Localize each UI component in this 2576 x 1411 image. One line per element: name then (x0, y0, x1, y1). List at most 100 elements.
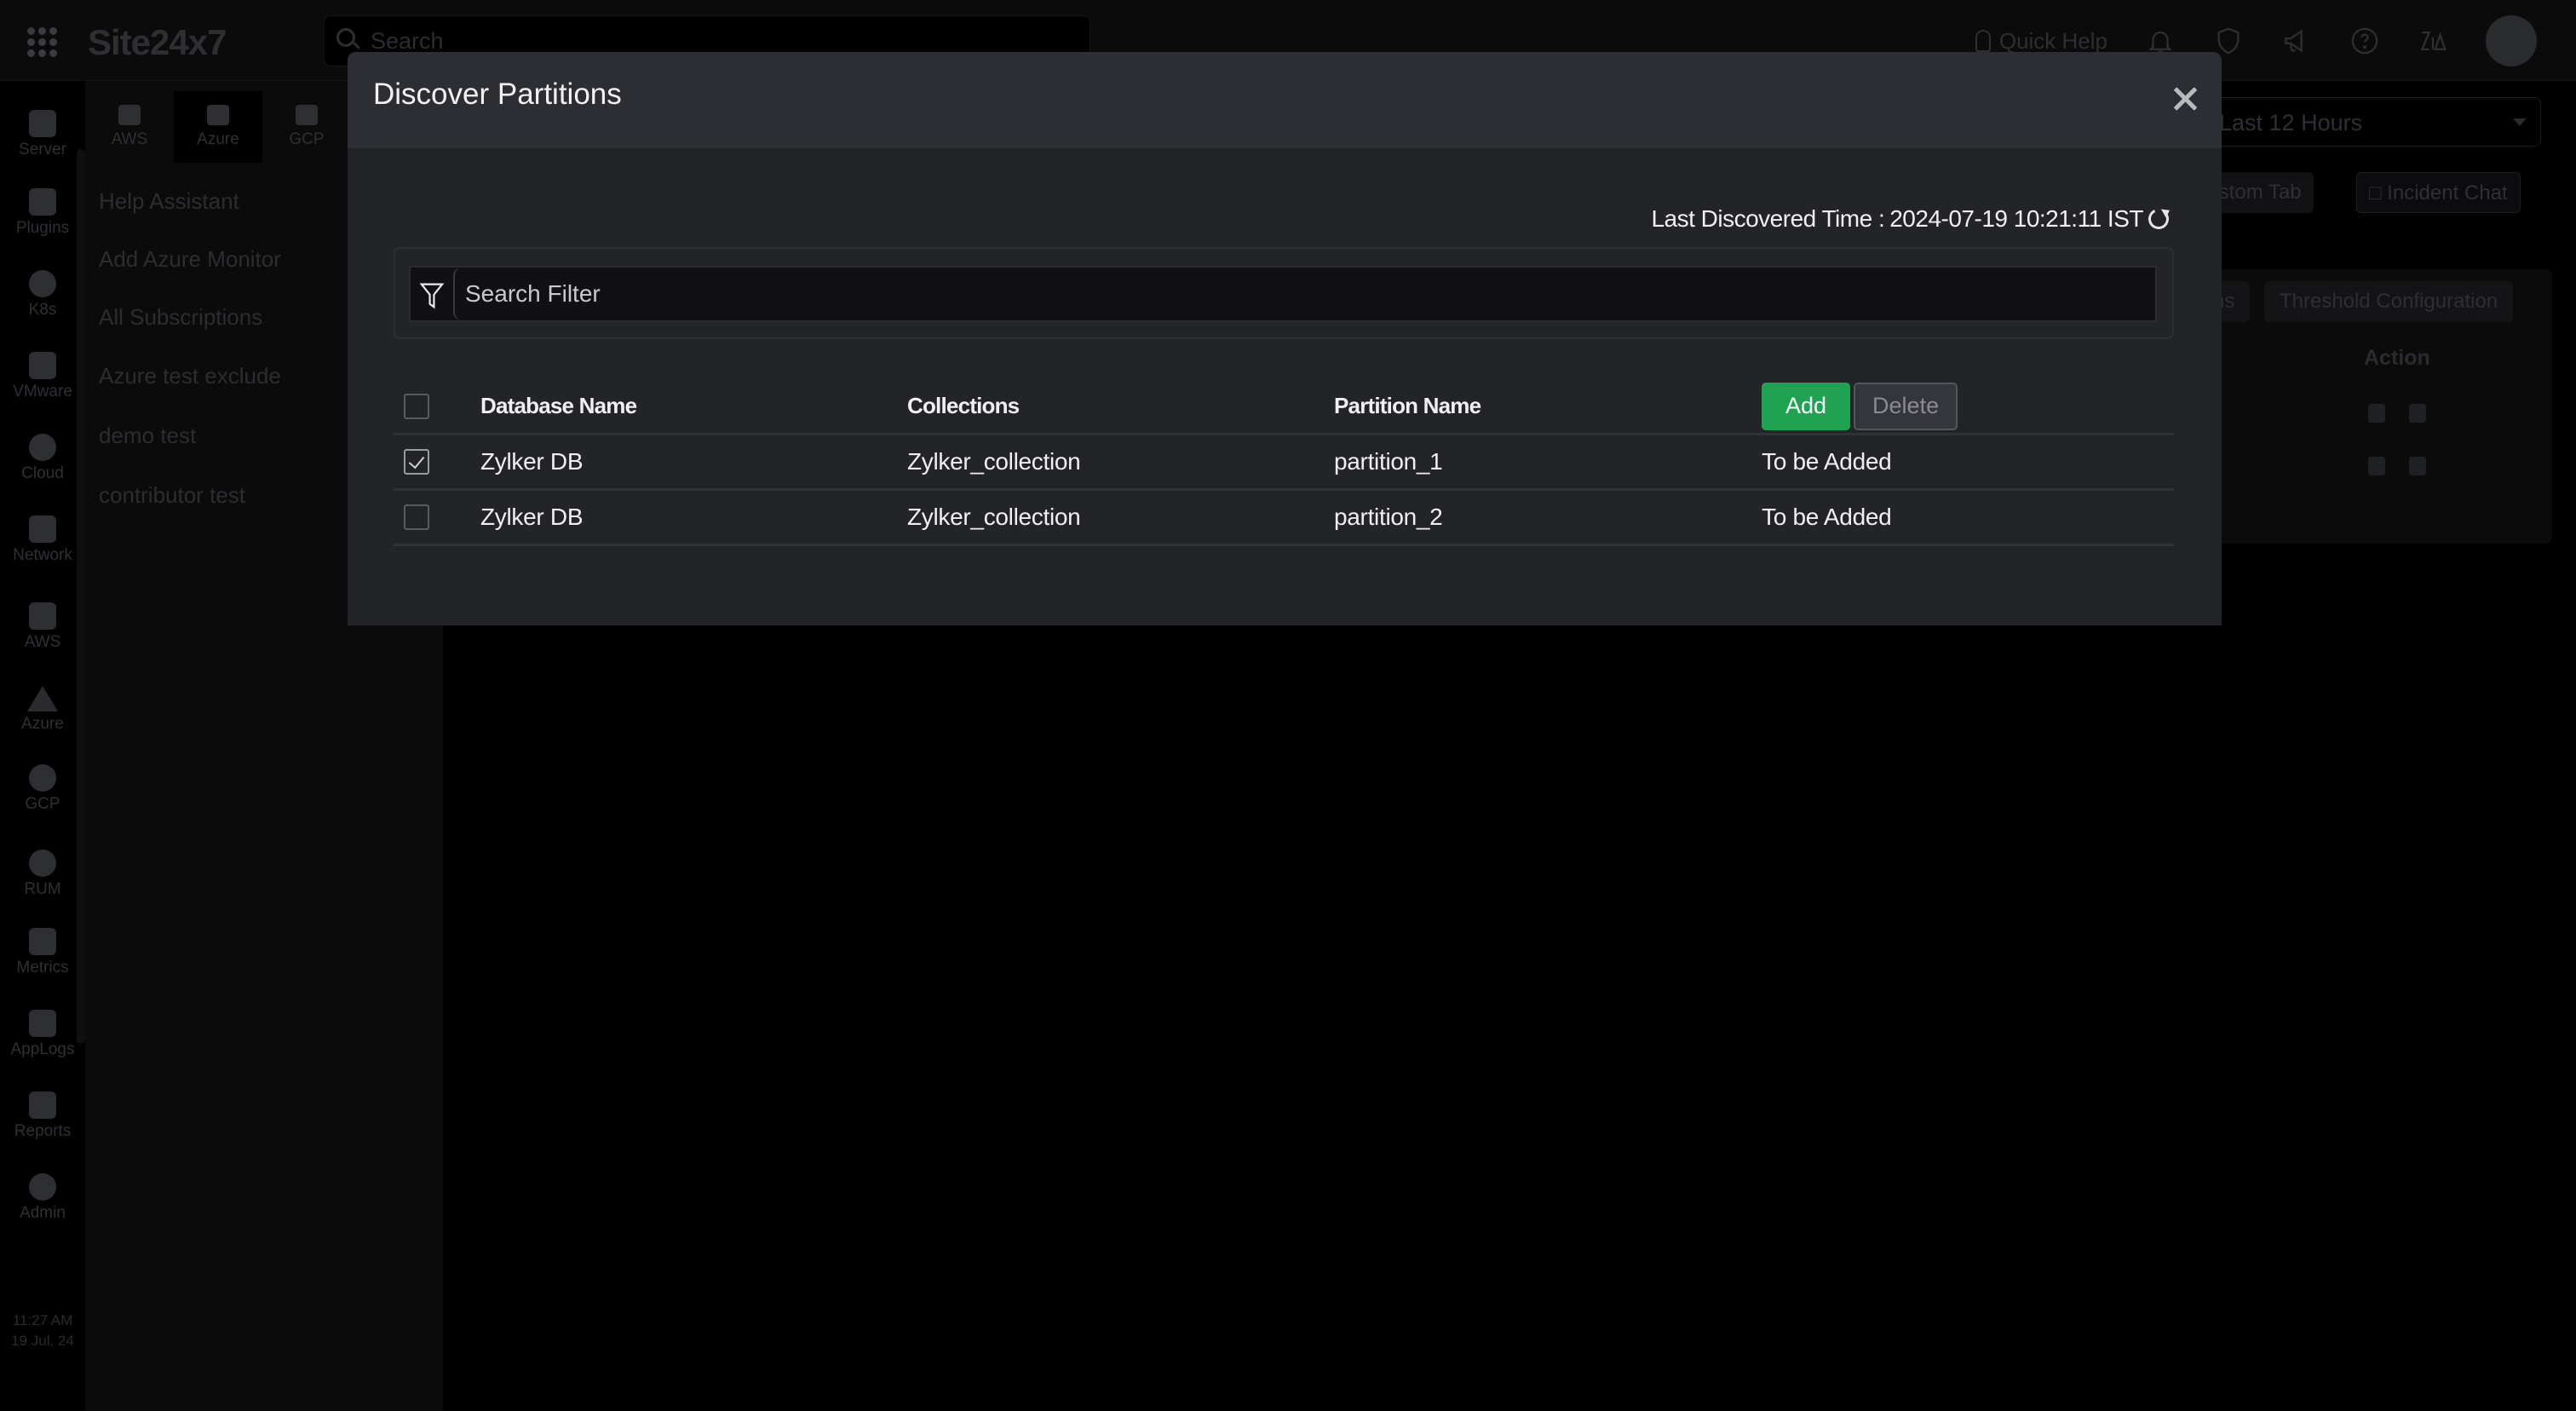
cell-database: Zylker DB (480, 504, 584, 530)
aws-icon (118, 105, 141, 125)
nav-k8s[interactable]: K8s (0, 270, 85, 320)
reports-icon (29, 1091, 56, 1119)
cell-status: To be Added (1762, 504, 1892, 530)
chat-icon: □ (2369, 181, 2382, 204)
nav-label: K8s (28, 301, 57, 319)
subnav-item-help-assistant[interactable]: Help Assistant (99, 188, 239, 215)
tab-aws[interactable]: AWS (85, 91, 174, 163)
tab-azure[interactable]: Azure (174, 91, 262, 163)
refresh-icon[interactable] (2145, 205, 2172, 233)
nav-label: Azure (21, 715, 64, 733)
nav-label: VMware (13, 383, 72, 400)
subnav-item-add-azure-monitor[interactable]: Add Azure Monitor (99, 246, 281, 273)
global-search-placeholder: Search (371, 28, 444, 54)
edit-icon[interactable] (2368, 457, 2385, 475)
cell-partition: partition_2 (1334, 504, 1443, 530)
gear-icon (29, 1173, 56, 1201)
chevron-down-icon (2513, 118, 2527, 126)
azure-icon (207, 105, 229, 125)
nav-clock: 11:27 AM 19 Jul, 24 (0, 1310, 85, 1351)
time-range-select[interactable]: Last 12 Hours (2206, 97, 2541, 147)
table-header: Database Name Collections Partition Name… (394, 379, 2174, 435)
nav-metrics[interactable]: Metrics (0, 928, 85, 977)
nav-aws[interactable]: AWS (0, 602, 85, 652)
gcp-icon (296, 105, 318, 125)
app-grid-icon[interactable] (27, 27, 57, 57)
nav-admin[interactable]: Admin (0, 1173, 85, 1223)
lightbulb-icon (1975, 30, 1991, 52)
nav-azure[interactable]: Azure (0, 686, 85, 734)
tab-gcp[interactable]: GCP (262, 91, 351, 163)
row-checkbox[interactable] (404, 504, 429, 530)
edit-icon[interactable] (2368, 404, 2385, 423)
nav-label: AWS (24, 633, 61, 651)
row-checkbox[interactable] (404, 449, 429, 475)
subnav-item-demo-test[interactable]: demo test (99, 423, 196, 449)
tab-label: Azure (197, 130, 239, 148)
nav-label: Admin (20, 1204, 66, 1222)
nav-label: RUM (24, 880, 61, 898)
last-discovered-time: Last Discovered Time : 2024-07-19 10:21:… (1651, 205, 2172, 233)
nav-rum[interactable]: RUM (0, 849, 85, 899)
subnav-item-all-subscriptions[interactable]: All Subscriptions (99, 304, 262, 331)
nav-plugins[interactable]: Plugins (0, 188, 85, 238)
action-header: Action (2364, 346, 2430, 370)
kubernetes-icon (29, 270, 56, 297)
nav-vmware[interactable]: VMware (0, 352, 85, 401)
background-panel: ns Threshold Configuration Action (2198, 269, 2552, 544)
layers-icon (29, 928, 56, 955)
quick-help-button[interactable]: Quick Help (1975, 28, 2107, 55)
incident-chat-label: Incident Chat (2387, 181, 2508, 204)
globe-icon (29, 849, 56, 877)
azure-icon (27, 686, 58, 711)
close-icon[interactable] (2171, 84, 2199, 113)
cell-status: To be Added (1762, 448, 1892, 475)
delete-button[interactable]: Delete (1854, 382, 1958, 430)
incident-chat-button[interactable]: □ Incident Chat (2356, 172, 2521, 213)
cell-collection: Zylker_collection (907, 504, 1081, 530)
add-button[interactable]: Add (1762, 382, 1851, 430)
quick-help-label: Quick Help (1998, 27, 2107, 54)
site24x7-logo[interactable]: Site24x7 (88, 22, 227, 63)
clock-date: 19 Jul, 24 (11, 1333, 74, 1349)
help-icon[interactable] (2349, 26, 2380, 56)
nav-label: AppLogs (10, 1040, 75, 1058)
subnav-item-contributor-test[interactable]: contributor test (99, 482, 245, 509)
search-icon (336, 28, 355, 47)
plug-icon (29, 188, 56, 216)
left-nav: Server Plugins K8s VMware Cloud Network … (0, 81, 85, 1411)
nav-gcp[interactable]: GCP (0, 764, 85, 814)
aws-icon (29, 602, 56, 630)
nav-network[interactable]: Network (0, 515, 85, 565)
nav-applogs[interactable]: AppLogs (0, 1010, 85, 1059)
tab-label: AWS (111, 130, 148, 148)
filter-icon (419, 283, 445, 309)
cell-collection: Zylker_collection (907, 448, 1081, 475)
discover-partitions-modal: Discover Partitions Last Discovered Time… (348, 52, 2222, 625)
partitions-table: Database Name Collections Partition Name… (394, 379, 2174, 546)
table-row: Zylker DB Zylker_collection partition_2 … (394, 491, 2174, 546)
tab-threshold-configuration[interactable]: Threshold Configuration (2264, 281, 2514, 322)
filter-container (394, 247, 2174, 339)
bulk-actions: Add Delete (1762, 379, 1958, 433)
trash-icon[interactable] (2409, 457, 2426, 475)
trash-icon[interactable] (2409, 404, 2426, 423)
search-filter-input[interactable] (465, 268, 2135, 320)
zia-icon[interactable] (2418, 26, 2448, 56)
user-avatar[interactable] (2486, 15, 2537, 66)
row-actions (2368, 404, 2426, 423)
column-database-name: Database Name (480, 393, 637, 418)
subnav-item-azure-test-exclude[interactable]: Azure test exclude (99, 363, 281, 389)
column-collections: Collections (907, 393, 1020, 418)
nav-label: Cloud (21, 464, 64, 482)
row-actions (2368, 457, 2426, 475)
last-discovered-label: Last Discovered Time : (1651, 205, 1885, 232)
nav-server[interactable]: Server (0, 110, 85, 159)
megaphone-icon[interactable] (2281, 26, 2312, 56)
nav-label: Network (13, 546, 72, 564)
table-row: Zylker DB Zylker_collection partition_1 … (394, 435, 2174, 491)
nav-label: Plugins (15, 219, 70, 237)
nav-reports[interactable]: Reports (0, 1091, 85, 1141)
nav-cloud[interactable]: Cloud (0, 434, 85, 483)
select-all-checkbox[interactable] (404, 393, 429, 419)
